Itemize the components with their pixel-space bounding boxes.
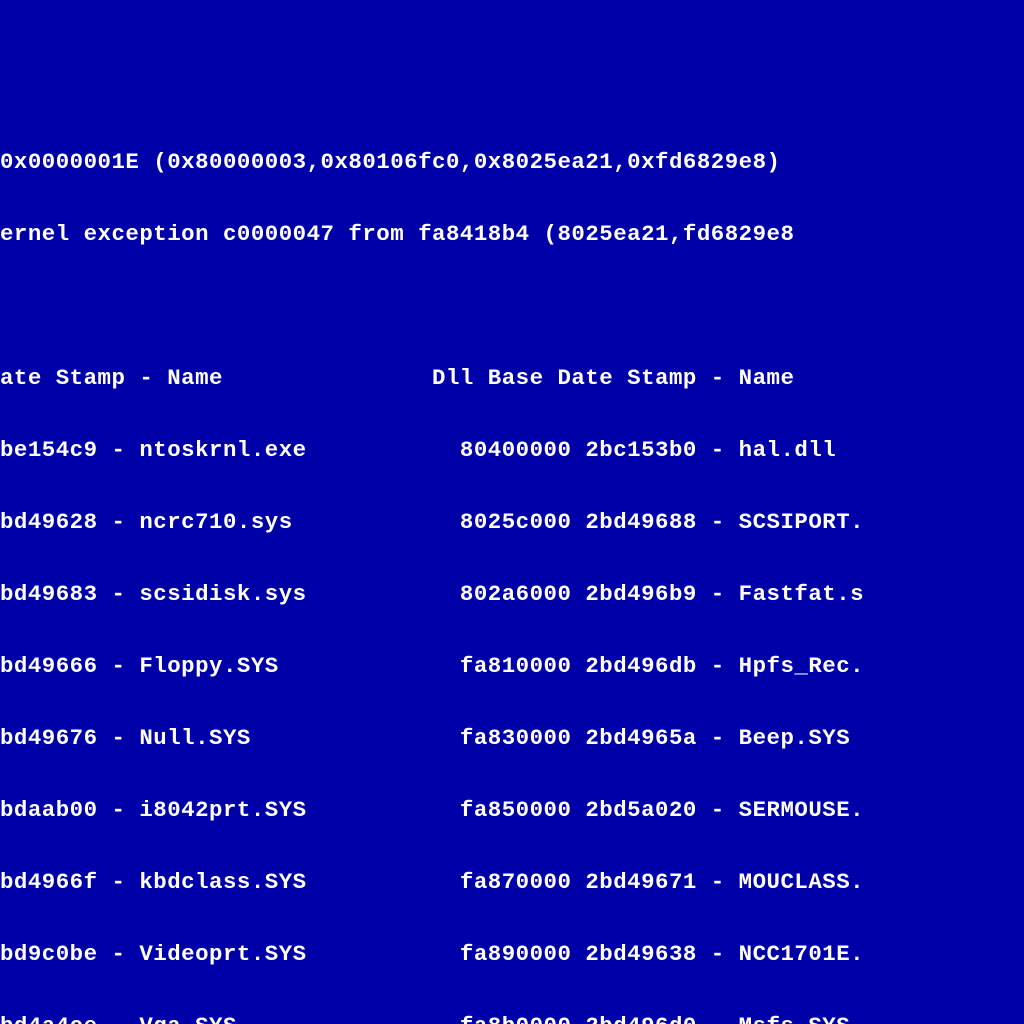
module-row: bd9c0be - Videoprt.SYS fa890000 2bd49638…: [0, 936, 1024, 972]
module-row: be154c9 - ntoskrnl.exe 80400000 2bc153b0…: [0, 432, 1024, 468]
error-code-line: 0x0000001E (0x80000003,0x80106fc0,0x8025…: [0, 144, 1024, 180]
blank: [0, 288, 1024, 324]
module-row: bdaab00 - i8042prt.SYS fa850000 2bd5a020…: [0, 792, 1024, 828]
module-row: bd49628 - ncrc710.sys 8025c000 2bd49688 …: [0, 504, 1024, 540]
module-row: bd4a4ce - Vga.SYS fa8b0000 2bd496d0 - Ms…: [0, 1008, 1024, 1024]
module-row: bd49676 - Null.SYS fa830000 2bd4965a - B…: [0, 720, 1024, 756]
exception-line: ernel exception c0000047 from fa8418b4 (…: [0, 216, 1024, 252]
bsod-screen: 0x0000001E (0x80000003,0x80106fc0,0x8025…: [0, 108, 1024, 1024]
module-row: bd49666 - Floppy.SYS fa810000 2bd496db -…: [0, 648, 1024, 684]
module-row: bd4966f - kbdclass.SYS fa870000 2bd49671…: [0, 864, 1024, 900]
module-row: bd49683 - scsidisk.sys 802a6000 2bd496b9…: [0, 576, 1024, 612]
module-table-header: ate Stamp - Name Dll Base Date Stamp - N…: [0, 360, 1024, 396]
